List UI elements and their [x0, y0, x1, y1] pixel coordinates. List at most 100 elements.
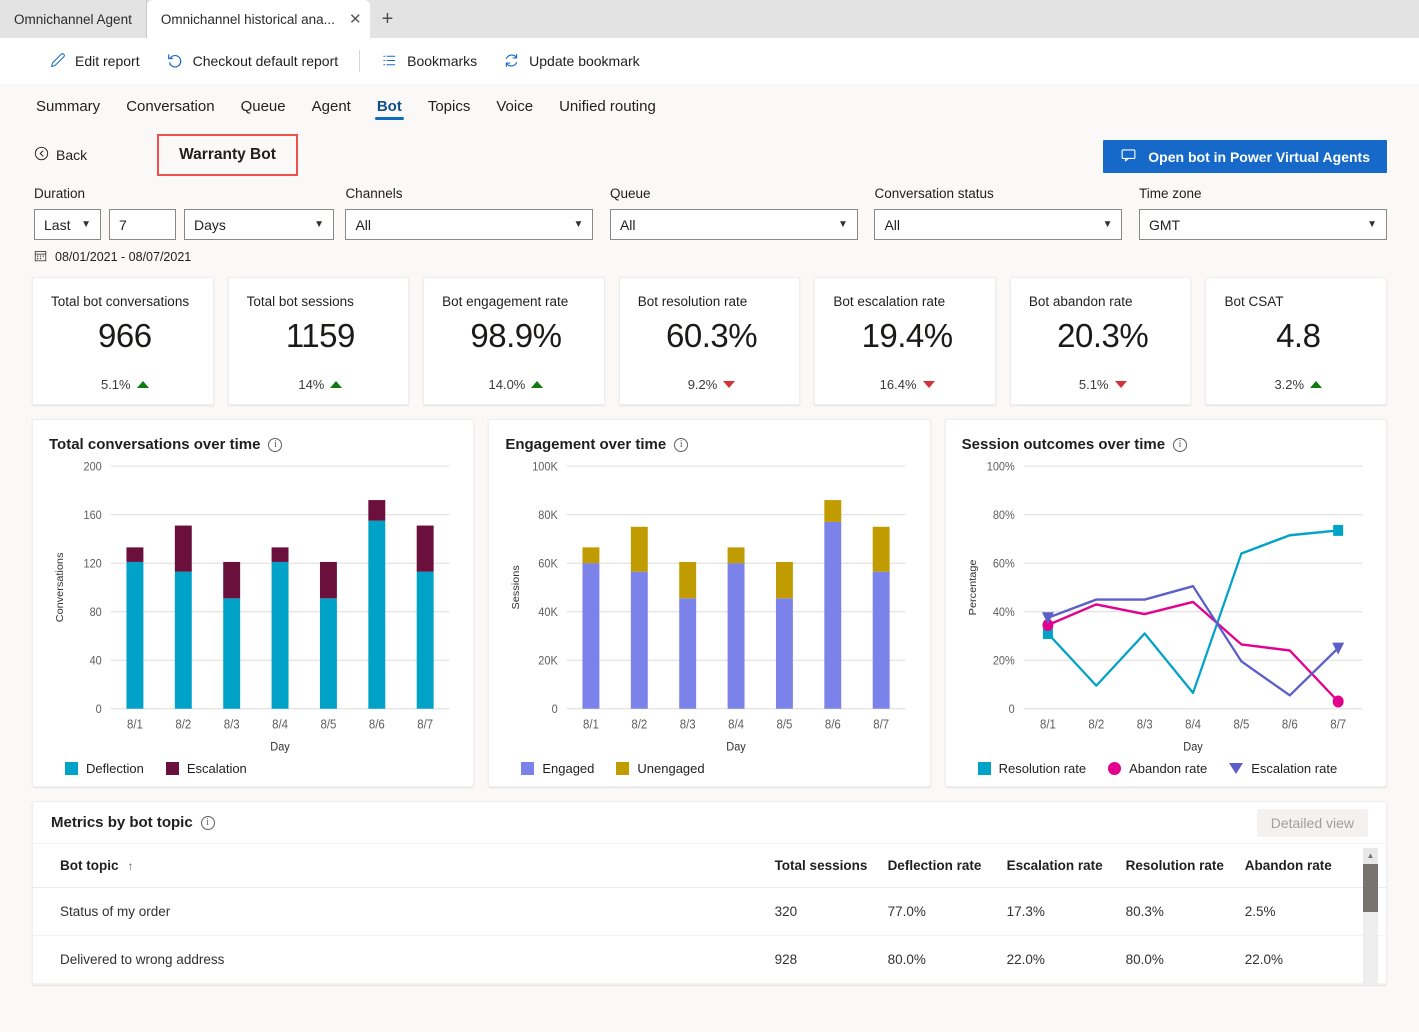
- kpi-card-bot-abandon-rate[interactable]: Bot abandon rate 20.3% 5.1%: [1009, 277, 1192, 405]
- chart-card-engagement-over-time: Engagement over time i 0 20K 40K 60K 80K 100K…: [488, 419, 931, 787]
- tab-summary[interactable]: Summary: [34, 84, 102, 128]
- chart-plot-area[interactable]: 0 20K 40K 60K 80K 100K 8/1 8/2 8/3 8/4 8/5 8/6 8/7 Da…: [505, 453, 913, 759]
- tab-bot[interactable]: Bot: [374, 84, 404, 128]
- legend-item-engaged[interactable]: Engaged: [521, 761, 594, 776]
- page-title: Warranty Bot: [157, 134, 298, 176]
- tab-agent[interactable]: Agent: [310, 84, 353, 128]
- svg-text:8/4: 8/4: [1185, 717, 1201, 732]
- kpi-delta: 16.4%: [833, 377, 981, 392]
- scrollbar-thumb[interactable]: [1363, 864, 1378, 912]
- column-header-escalation-rate[interactable]: Escalation rate: [1006, 844, 1126, 888]
- duration-amount-input[interactable]: 7: [109, 209, 176, 240]
- chart-plot-area[interactable]: 0 20% 40% 60% 80% 100% 8/1 8/2 8/3 8/4 8/5 8/6 8/7 Da…: [962, 453, 1370, 759]
- column-header-deflection-rate[interactable]: Deflection rate: [887, 844, 1007, 888]
- duration-unit-select[interactable]: Days ▼: [184, 209, 334, 240]
- tab-voice[interactable]: Voice: [494, 84, 535, 128]
- duration-label: Duration: [34, 186, 86, 201]
- svg-text:120: 120: [84, 558, 102, 571]
- command-bar: Edit report Checkout default report Book…: [0, 38, 1419, 84]
- close-icon[interactable]: ✕: [349, 12, 362, 27]
- table-row[interactable]: Status of my order 320 77.0% 17.3% 80.3%…: [33, 887, 1386, 936]
- duration-relative-value: Last: [44, 216, 71, 233]
- svg-text:8/3: 8/3: [1136, 717, 1152, 732]
- tab-queue[interactable]: Queue: [239, 84, 288, 128]
- tab-topics[interactable]: Topics: [426, 84, 473, 128]
- svg-text:8/6: 8/6: [1281, 717, 1297, 732]
- scroll-up-icon[interactable]: ▲: [1363, 848, 1378, 864]
- kpi-card-bot-csat[interactable]: Bot CSAT 4.8 3.2%: [1205, 277, 1388, 405]
- legend-item-deflection[interactable]: Deflection: [65, 761, 144, 776]
- kpi-card-bot-escalation-rate[interactable]: Bot escalation rate 19.4% 16.4%: [814, 277, 996, 405]
- browser-tab-omnichannel-agent[interactable]: Omnichannel Agent: [0, 0, 147, 38]
- column-header-resolution-rate[interactable]: Resolution rate: [1125, 844, 1245, 888]
- detailed-view-button[interactable]: Detailed view: [1256, 808, 1368, 837]
- edit-report-button[interactable]: Edit report: [36, 45, 153, 77]
- page-header: Back Warranty Bot Open bot in Power Virt…: [0, 128, 1419, 182]
- report-nav-tabs: Summary Conversation Queue Agent Bot Top…: [0, 84, 1419, 128]
- back-button[interactable]: Back: [34, 146, 87, 164]
- table-vertical-scrollbar[interactable]: ▲: [1363, 848, 1378, 984]
- legend-item-resolution-rate[interactable]: Resolution rate: [977, 761, 1086, 776]
- svg-text:8/7: 8/7: [874, 717, 890, 732]
- kpi-card-total-bot-conversations[interactable]: Total bot conversations 966 5.1%: [32, 277, 214, 405]
- chart-card-total-conversations-over-time: Total conversations over time i 0 40 80 120…: [32, 419, 475, 787]
- trend-down-icon: [1114, 381, 1127, 388]
- legend-swatch: [165, 762, 179, 775]
- tab-conversation[interactable]: Conversation: [124, 84, 216, 128]
- legend-item-unengaged[interactable]: Unengaged: [616, 761, 705, 776]
- update-bookmark-button[interactable]: Update bookmark: [490, 45, 653, 77]
- duration-relative-select[interactable]: Last ▼: [34, 209, 101, 240]
- open-bot-in-power-virtual-agents-button[interactable]: Open bot in Power Virtual Agents: [1103, 140, 1387, 173]
- svg-text:8/4: 8/4: [272, 717, 288, 732]
- svg-text:8/1: 8/1: [583, 717, 599, 732]
- svg-text:0: 0: [1008, 704, 1014, 717]
- svg-text:80K: 80K: [539, 510, 559, 523]
- time-zone-select[interactable]: GMT ▼: [1138, 209, 1387, 240]
- info-icon[interactable]: i: [674, 437, 689, 452]
- trend-down-icon: [723, 381, 736, 388]
- queue-value: All: [619, 216, 636, 233]
- svg-text:8/5: 8/5: [1233, 717, 1249, 732]
- svg-text:20%: 20%: [993, 655, 1015, 668]
- info-icon[interactable]: i: [200, 815, 215, 830]
- list-icon: [381, 52, 398, 69]
- table-row[interactable]: Delivered to wrong address 928 80.0% 22.…: [33, 935, 1386, 984]
- kpi-title: Bot abandon rate: [1028, 294, 1133, 309]
- kpi-delta: 5.1%: [51, 377, 199, 392]
- tab-label: Voice: [496, 97, 534, 115]
- new-tab-icon[interactable]: +: [370, 0, 406, 38]
- kpi-card-bot-resolution-rate[interactable]: Bot resolution rate 60.3% 9.2%: [618, 277, 801, 405]
- svg-text:8/2: 8/2: [175, 717, 191, 732]
- kpi-card-total-bot-sessions[interactable]: Total bot sessions 1159 14%: [227, 277, 410, 405]
- conversation-status-value: All: [884, 216, 901, 233]
- legend-item-escalation[interactable]: Escalation: [165, 761, 247, 776]
- update-bookmark-label: Update bookmark: [529, 52, 640, 69]
- kpi-delta-value: 3.2%: [1274, 377, 1305, 392]
- chart-title-text: Engagement over time: [505, 436, 667, 453]
- channels-select[interactable]: All ▼: [345, 209, 594, 240]
- info-icon[interactable]: i: [1173, 437, 1188, 452]
- svg-text:80%: 80%: [993, 510, 1015, 523]
- chevron-down-icon: ▼: [81, 218, 91, 230]
- checkout-default-report-button[interactable]: Checkout default report: [153, 45, 352, 77]
- cell-deflection-rate: 80.0%: [887, 935, 1007, 984]
- chart-plot-area[interactable]: 0 40 80 120 160 200 8/1 8/2 8/3 8/4 8/5 8/6 8/7 Day Co…: [49, 453, 457, 759]
- date-range: 08/01/2021 - 08/07/2021: [0, 240, 1419, 265]
- kpi-card-bot-engagement-rate[interactable]: Bot engagement rate 98.9% 14.0%: [423, 277, 605, 405]
- bookmarks-button[interactable]: Bookmarks: [368, 45, 490, 77]
- legend-item-escalation-rate[interactable]: Escalation rate: [1229, 761, 1337, 776]
- queue-select[interactable]: All ▼: [609, 209, 858, 240]
- svg-text:8/2: 8/2: [1088, 717, 1104, 732]
- svg-text:8/1: 8/1: [127, 717, 143, 732]
- tab-unified-routing[interactable]: Unified routing: [557, 84, 658, 128]
- chart-legend: Engaged Unengaged: [505, 761, 913, 776]
- svg-text:40: 40: [90, 655, 102, 668]
- legend-item-abandon-rate[interactable]: Abandon rate: [1108, 761, 1207, 776]
- browser-tab-omnichannel-historical-analytics[interactable]: Omnichannel historical ana... ✕: [146, 0, 370, 38]
- column-header-total-sessions[interactable]: Total sessions: [774, 844, 888, 888]
- info-icon[interactable]: i: [268, 437, 283, 452]
- conversation-status-select[interactable]: All ▼: [874, 209, 1123, 240]
- svg-text:160: 160: [84, 510, 102, 523]
- column-header-bot-topic[interactable]: Bot topic ↑: [33, 844, 775, 888]
- filter-conversation-status: Conversation status All ▼: [874, 186, 1139, 240]
